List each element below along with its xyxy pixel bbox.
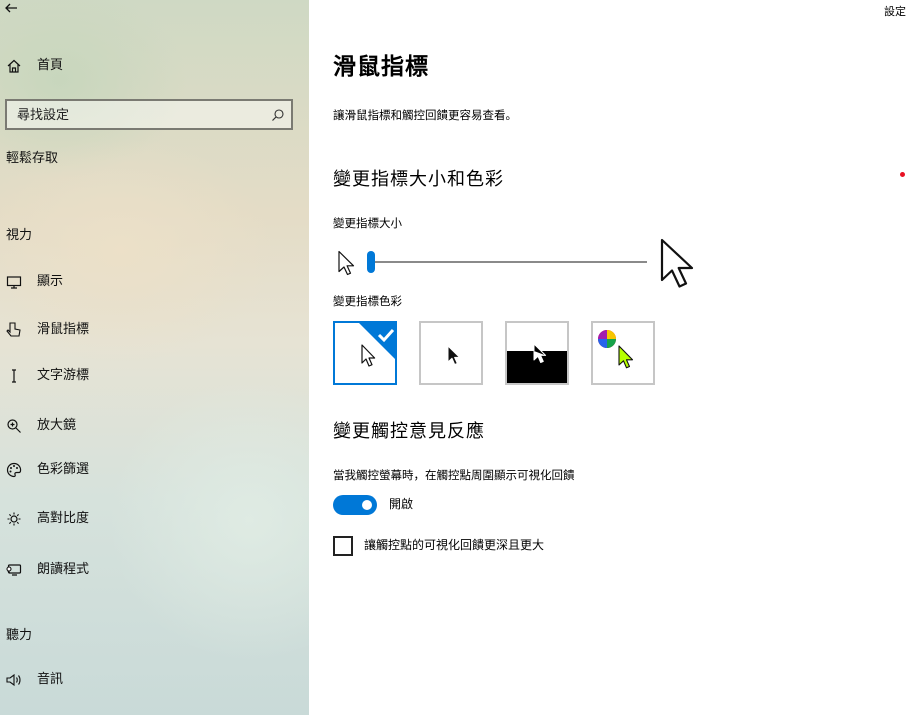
high-contrast-icon	[5, 510, 23, 528]
touch-section-heading: 變更觸控意見反應	[333, 421, 485, 442]
slider-track	[369, 261, 647, 263]
sidebar-item-label: 文字游標	[37, 368, 90, 383]
sidebar-item-label: 首頁	[37, 58, 64, 73]
page-title: 滑鼠指標	[333, 54, 429, 80]
sidebar-item-label: 音訊	[37, 672, 64, 687]
sidebar-item-home[interactable]: 首頁	[0, 52, 309, 82]
page-description: 讓滑鼠指標和觸控回饋更容易查看。	[333, 108, 517, 122]
touch-feedback-toggle[interactable]	[333, 495, 377, 515]
narrator-icon	[5, 561, 23, 579]
search-input[interactable]	[17, 105, 257, 125]
search-icon[interactable]	[271, 107, 285, 121]
settings-window: 首頁 輕鬆存取 視力 顯示 滑鼠指標 文字游標	[0, 0, 906, 715]
slider-thumb[interactable]	[367, 251, 375, 273]
toggle-state-label: 開啟	[389, 497, 414, 511]
sidebar-item-text-cursor[interactable]: 文字游標	[0, 362, 309, 392]
display-icon	[5, 273, 23, 291]
toggle-knob	[362, 500, 372, 510]
pointer-color-custom[interactable]	[591, 321, 655, 385]
sidebar-item-high-contrast[interactable]: 高對比度	[0, 505, 309, 535]
touch-feedback-label: 當我觸控螢幕時，在觸控點周圍顯示可視化回饋	[333, 468, 575, 482]
notification-dot	[900, 172, 905, 177]
pointer-color-black[interactable]	[419, 321, 483, 385]
home-icon	[5, 57, 23, 75]
sidebar-item-narrator[interactable]: 朗讀程式	[0, 556, 309, 586]
back-arrow-icon[interactable]	[4, 1, 24, 19]
sidebar-item-audio[interactable]: 音訊	[0, 666, 309, 696]
sidebar-item-label: 滑鼠指標	[37, 322, 90, 337]
audio-icon	[5, 671, 23, 689]
pointer-color-white[interactable]	[333, 321, 397, 385]
sidebar-item-label: 放大鏡	[37, 418, 77, 433]
small-pointer-icon	[337, 250, 355, 280]
sidebar-item-label: 高對比度	[37, 511, 90, 526]
sidebar: 首頁 輕鬆存取 視力 顯示 滑鼠指標 文字游標	[0, 0, 309, 715]
sidebar-item-magnifier[interactable]: 放大鏡	[0, 412, 309, 442]
magnifier-icon	[5, 417, 23, 435]
main-content: 設定 滑鼠指標 讓滑鼠指標和觸控回饋更容易查看。 變更指標大小和色彩 變更指標大…	[309, 0, 906, 715]
large-pointer-icon	[659, 238, 699, 294]
sidebar-item-label: 色彩篩選	[37, 462, 90, 477]
pointer-section-heading: 變更指標大小和色彩	[333, 169, 504, 190]
pointer-color-label: 變更指標色彩	[333, 294, 402, 308]
color-filter-icon	[5, 461, 23, 479]
sidebar-item-label: 顯示	[37, 274, 64, 289]
sidebar-item-color-filters[interactable]: 色彩篩選	[0, 456, 309, 486]
mouse-pointer-icon	[5, 321, 23, 339]
sidebar-item-display[interactable]: 顯示	[0, 268, 309, 298]
darker-feedback-label[interactable]: 讓觸控點的可視化回饋更深且更大	[364, 537, 544, 553]
pointer-size-slider[interactable]	[333, 236, 713, 290]
section-vision: 視力	[6, 228, 33, 243]
category-title: 輕鬆存取	[6, 151, 59, 166]
search-box	[5, 99, 293, 130]
sidebar-item-mouse-pointer[interactable]: 滑鼠指標	[0, 316, 309, 346]
darker-feedback-checkbox[interactable]	[333, 536, 353, 556]
window-title: 設定	[884, 5, 906, 18]
sidebar-item-label: 朗讀程式	[37, 562, 90, 577]
text-cursor-icon	[5, 367, 23, 385]
section-hearing: 聽力	[6, 628, 33, 643]
pointer-color-inverted[interactable]	[505, 321, 569, 385]
pointer-size-label: 變更指標大小	[333, 216, 402, 230]
